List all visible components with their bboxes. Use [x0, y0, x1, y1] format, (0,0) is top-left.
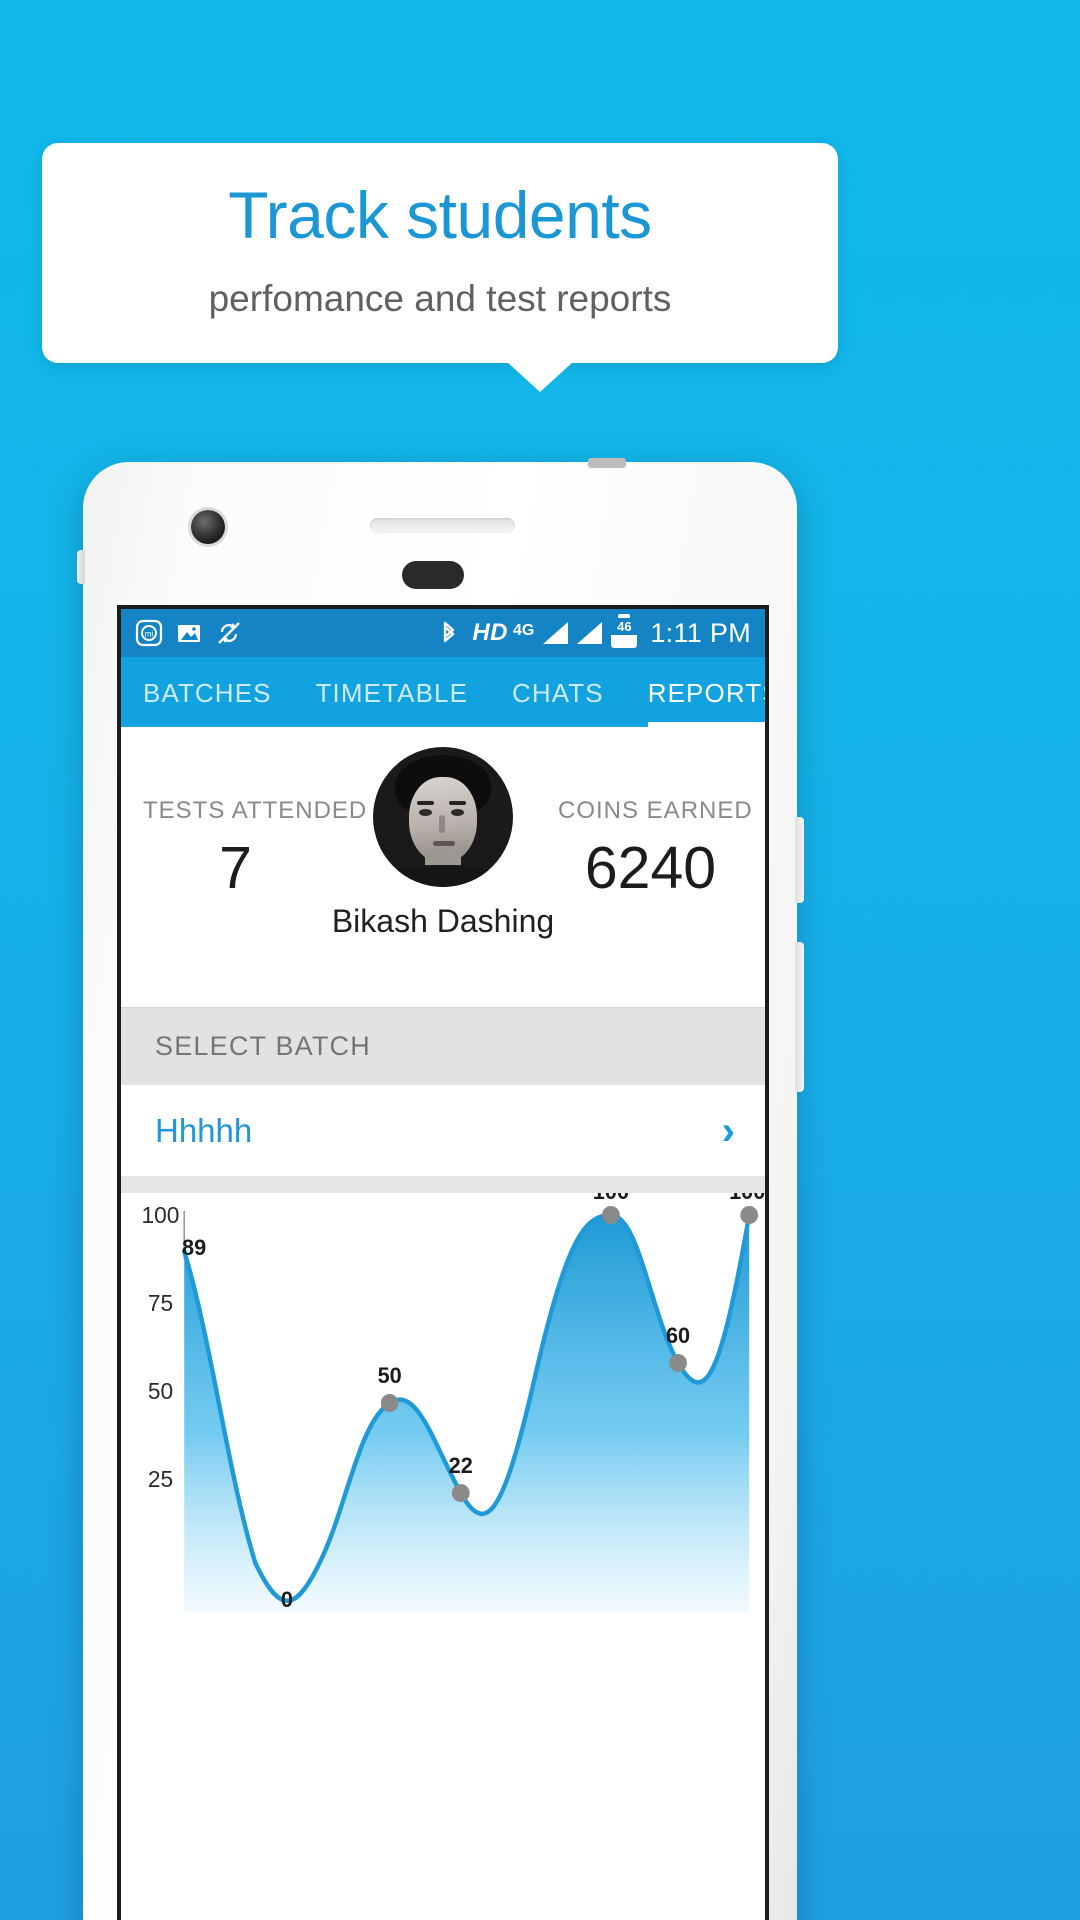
select-batch-header: SELECT BATCH [121, 1007, 765, 1085]
coins-earned-label: COINS EARNED [558, 797, 753, 824]
tab-reports[interactable]: REPORTS [626, 678, 765, 727]
avatar-wrapper[interactable] [373, 747, 513, 887]
promo-headline: Track students [228, 178, 652, 252]
promo-subheadline: perfomance and test reports [208, 278, 672, 319]
tab-bar: BATCHES TIMETABLE CHATS REPORTS [121, 657, 765, 727]
home-button[interactable] [402, 561, 464, 589]
avatar[interactable] [373, 747, 513, 887]
chart-area-fill [184, 1215, 750, 1613]
mi-app-icon: mi [135, 619, 163, 647]
svg-text:75: 75 [148, 1290, 173, 1316]
signal-icon [543, 622, 569, 644]
status-bar-right-icons: HD 4G 46 1:11 PM [435, 614, 751, 649]
coins-earned-value: 6240 [584, 835, 717, 901]
svg-text:60: 60 [666, 1323, 690, 1348]
svg-text:0: 0 [281, 1587, 293, 1612]
front-camera-icon [191, 510, 225, 544]
svg-text:mi: mi [145, 630, 154, 639]
tests-attended-label: TESTS ATTENDED [143, 797, 368, 824]
tests-attended-value: 7 [219, 835, 252, 901]
svg-text:50: 50 [378, 1363, 402, 1388]
status-bar: mi HD 4G 46 1:11 PM [121, 609, 765, 657]
select-batch-label: SELECT BATCH [155, 1031, 371, 1061]
phone-screen: mi HD 4G 46 1:11 PM BATCHES TIMETABLE CH… [117, 605, 769, 1920]
left-side-button[interactable] [77, 550, 85, 584]
svg-text:50: 50 [148, 1378, 173, 1404]
svg-text:89: 89 [182, 1235, 206, 1260]
antenna-strip [588, 458, 626, 468]
promo-callout: Track students perfomance and test repor… [42, 143, 838, 363]
avatar-nose [439, 815, 445, 833]
selected-batch-name: Hhhhh [155, 1111, 253, 1149]
tab-batches[interactable]: BATCHES [143, 678, 294, 727]
avatar-eyebrow-right [449, 801, 466, 805]
section-divider [121, 1177, 765, 1193]
volume-button[interactable] [795, 942, 804, 1092]
earpiece-speaker [370, 518, 515, 533]
chevron-right-icon[interactable]: › [722, 1111, 735, 1151]
bluetooth-icon [444, 621, 455, 643]
signal-icon [577, 622, 603, 644]
avatar-mouth [433, 841, 455, 846]
performance-chart: 100 75 50 25 89 50 22 60 0 [121, 1193, 765, 1613]
phone-mockup: mi HD 4G 46 1:11 PM BATCHES TIMETABLE CH… [77, 458, 804, 1920]
student-name: Bikash Dashing [331, 903, 555, 939]
svg-text:25: 25 [148, 1466, 173, 1492]
avatar-shoulders [389, 865, 497, 887]
tab-timetable[interactable]: TIMETABLE [294, 678, 490, 727]
image-icon [178, 625, 200, 642]
battery-level-label: 46 [611, 618, 638, 636]
batch-selector-row[interactable]: Hhhhh › [121, 1085, 765, 1177]
coins-earned-stat: COINS EARNED 6240 [558, 797, 753, 901]
svg-text:100: 100 [142, 1202, 180, 1228]
power-button[interactable] [795, 817, 804, 903]
avatar-eye-right [451, 809, 464, 816]
svg-text:100: 100 [729, 1193, 765, 1204]
hd-voice-label: HD [472, 619, 508, 646]
avatar-eye-left [419, 809, 432, 816]
tests-attended-stat: TESTS ATTENDED 7 [143, 797, 368, 901]
network-type-label: 4G [513, 621, 535, 639]
callout-tail [507, 362, 573, 392]
chart-svg: 100 75 50 25 89 50 22 60 0 [142, 1193, 765, 1613]
sync-disabled-icon [218, 622, 240, 644]
svg-text:100: 100 [593, 1193, 629, 1204]
tab-chats[interactable]: CHATS [490, 678, 626, 727]
svg-text:22: 22 [449, 1453, 473, 1478]
chart-y-axis: 100 75 50 25 [142, 1202, 186, 1492]
status-bar-left-icons: mi [135, 619, 243, 647]
battery-icon: 46 [611, 614, 638, 648]
profile-summary: TESTS ATTENDED 7 COINS EARNED 6240 Bikas… [121, 727, 765, 1007]
clock-label: 1:11 PM [650, 617, 751, 648]
avatar-eyebrow-left [417, 801, 434, 805]
